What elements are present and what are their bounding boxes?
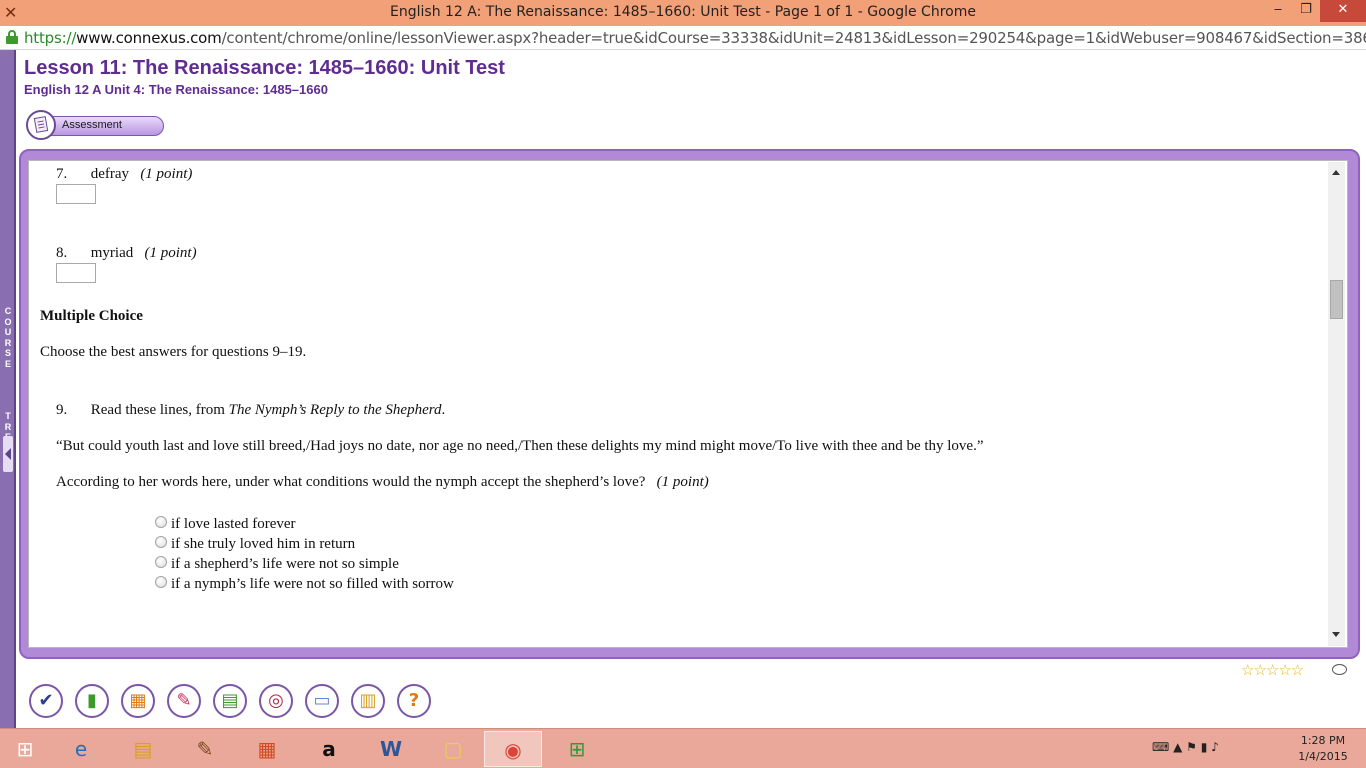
course-tree-label: COURSE TREE — [3, 306, 13, 453]
window-title: English 12 A: The Renaissance: 1485–1660… — [390, 4, 976, 20]
system-tray-icons[interactable]: ⌨ ▲ ⚑ ▮ ♪ — [1152, 740, 1219, 754]
comment-icon[interactable] — [1332, 664, 1347, 675]
option-radio-c[interactable] — [155, 556, 167, 568]
start-button[interactable]: ⊞ — [0, 731, 50, 767]
monitor-glyph: ▭ — [313, 690, 331, 711]
course-tree-toggle[interactable] — [3, 436, 13, 472]
help-icon[interactable]: ? — [397, 684, 431, 718]
word-icon[interactable]: W — [362, 731, 420, 767]
backpack-icon[interactable]: ▦ — [121, 684, 155, 718]
question-9: 9. Read these lines, from The Nymph’s Re… — [56, 402, 445, 419]
question-points: (1 point) — [140, 166, 193, 182]
scroll-thumb[interactable] — [1330, 280, 1343, 319]
question-source-title: The Nymph’s Reply to the Shepherd — [228, 402, 442, 418]
taskbar-clock[interactable]: 1:28 PM 1/4/2015 — [1292, 733, 1354, 765]
answer-input-8[interactable] — [56, 263, 96, 283]
file-explorer-icon[interactable]: ▤ — [114, 731, 172, 767]
question-intro-end: . — [441, 402, 446, 418]
book-glyph: ▮ — [87, 690, 97, 711]
chrome-glyph: ◉ — [504, 738, 522, 762]
window-title-bar: ✕ English 12 A: The Renaissance: 1485–16… — [0, 0, 1366, 26]
url-text[interactable]: https://www.connexus.com/content/chrome/… — [24, 29, 1366, 47]
printer-glyph: ▥ — [359, 690, 377, 711]
option-label-b[interactable]: if she truly loved him in return — [171, 536, 355, 553]
calculator-glyph: ▤ — [221, 690, 239, 711]
question-number: 9. — [56, 402, 68, 418]
pin-icon[interactable]: ✎ — [167, 684, 201, 718]
url-path: /content/chrome/online/lessonViewer.aspx… — [221, 29, 1366, 47]
book-icon[interactable]: ▮ — [75, 684, 109, 718]
question-word: defray — [90, 166, 130, 182]
lesson-subtitle: English 12 A Unit 4: The Renaissance: 14… — [24, 82, 328, 97]
assessment-label: Assessment — [62, 119, 122, 131]
close-button[interactable]: ✕ — [1320, 0, 1366, 22]
question-points: (1 point) — [144, 245, 197, 261]
monitor-icon[interactable]: ▭ — [305, 684, 339, 718]
pin-glyph: ✎ — [176, 690, 192, 711]
url-scheme: https:// — [24, 29, 77, 47]
course-tree-label-top: COURSE — [4, 306, 12, 369]
content-scrollbar[interactable] — [1328, 162, 1345, 646]
clock-time: 1:28 PM — [1300, 734, 1346, 747]
printer-icon[interactable]: ▥ — [351, 684, 385, 718]
lesson-title: Lesson 11: The Renaissance: 1485–1660: U… — [24, 57, 505, 79]
paint-app-icon[interactable]: ▦ — [238, 731, 296, 767]
question-word: myriad — [90, 245, 134, 261]
calculator-icon[interactable]: ▤ — [213, 684, 247, 718]
section-instructions: Choose the best answers for questions 9–… — [40, 344, 307, 360]
question-number: 8. — [56, 245, 68, 261]
store-icon[interactable]: ⊞ — [548, 731, 606, 767]
rating-stars[interactable]: ☆☆☆☆☆ — [1241, 661, 1331, 679]
option-label-d[interactable]: if a nymph’s life were not so filled wit… — [171, 576, 454, 593]
question-points: (1 point) — [656, 474, 709, 490]
question-intro: Read these lines, from — [90, 402, 229, 418]
chrome-taskbar-icon[interactable]: ◉ — [484, 731, 542, 767]
minimize-button[interactable]: ‒ — [1264, 0, 1292, 22]
question-prompt-line: According to her words here, under what … — [56, 474, 709, 491]
check-icon[interactable]: ✔ — [29, 684, 63, 718]
check-glyph: ✔ — [38, 690, 54, 711]
option-radio-b[interactable] — [155, 536, 167, 548]
question-prompt: According to her words here, under what … — [56, 474, 646, 490]
internet-explorer-icon[interactable]: e — [52, 731, 110, 767]
option-label-c[interactable]: if a shepherd’s life were not so simple — [171, 556, 399, 573]
question-8: 8. myriad (1 point) — [56, 245, 197, 262]
target-glyph: ◎ — [268, 690, 284, 711]
lock-icon[interactable] — [6, 30, 18, 44]
scroll-up-arrow-icon[interactable] — [1332, 170, 1340, 175]
option-label-a[interactable]: if love lasted forever — [171, 516, 296, 533]
option-radio-d[interactable] — [155, 576, 167, 588]
question-number: 7. — [56, 166, 68, 182]
answer-input-7[interactable] — [56, 184, 96, 204]
assessment-icon — [26, 110, 56, 140]
option-radio-a[interactable] — [155, 516, 167, 528]
question-7: 7. defray (1 point) — [56, 166, 192, 183]
scroll-down-arrow-icon[interactable] — [1332, 632, 1340, 637]
sticky-notes-icon[interactable]: ▢ — [424, 731, 482, 767]
amazon-icon[interactable]: a — [300, 731, 358, 767]
course-tree-panel[interactable]: COURSE TREE — [0, 50, 16, 728]
media-app-icon[interactable]: ✎ — [176, 731, 234, 767]
url-host: www.connexus.com — [76, 29, 222, 47]
backpack-glyph: ▦ — [129, 690, 147, 711]
maximize-button[interactable]: ❐ — [1292, 0, 1320, 22]
clock-date: 1/4/2015 — [1298, 750, 1348, 763]
target-icon[interactable]: ◎ — [259, 684, 293, 718]
help-glyph: ? — [408, 690, 420, 711]
question-quote: “But could youth last and love still bre… — [56, 438, 984, 454]
address-bar[interactable]: https://www.connexus.com/content/chrome/… — [0, 26, 1366, 50]
section-heading: Multiple Choice — [40, 308, 143, 324]
